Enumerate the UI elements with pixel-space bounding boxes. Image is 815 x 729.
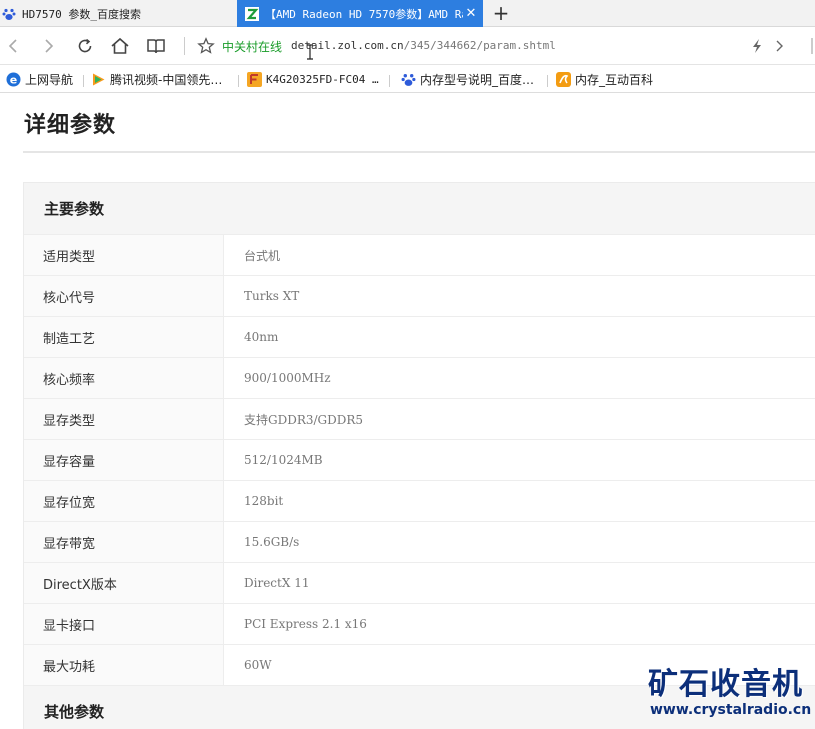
param-value: DirectX 11: [244, 576, 310, 590]
baidu-paw-icon: [401, 74, 416, 86]
bookmark-item[interactable]: e 上网导航: [6, 71, 73, 88]
text-cursor-icon: [307, 44, 313, 60]
menu-button[interactable]: [803, 35, 815, 57]
navigation-bar: 中关村在线 detail.zol.com.cn/345/344662/param…: [0, 27, 815, 65]
zol-z-icon: [245, 6, 259, 21]
zol-f-icon: [247, 72, 262, 87]
tab-close-button[interactable]: ✕: [463, 6, 479, 21]
refresh-button[interactable]: [74, 35, 96, 57]
url-path: /345/344662/param.shtml: [403, 39, 556, 52]
bookmark-label: 上网导航: [25, 73, 74, 87]
param-panel: 主要参数 适用类型 台式机 核心代号 Turks XT 制造工艺 40nm 核心…: [23, 182, 815, 729]
table-row: 核心代号 Turks XT: [24, 275, 815, 316]
param-value: 128bit: [244, 494, 284, 508]
param-value: 60W: [244, 658, 272, 672]
ie-e-icon: e: [6, 72, 21, 87]
param-value: Turks XT: [244, 289, 300, 303]
bookmark-label: 内存型号说明_百度…: [420, 73, 535, 87]
table-row: 显存带宽 15.6GB/s: [24, 521, 815, 562]
title-divider: [23, 151, 815, 153]
table-row: 制造工艺 40nm: [24, 316, 815, 357]
table-row: 显存位宽 128bit: [24, 480, 815, 521]
param-value: PCI Express 2.1 x16: [244, 617, 367, 631]
chevron-right-icon: [776, 40, 783, 52]
bookmark-item[interactable]: 内存_互动百科: [556, 71, 653, 88]
bookmark-separator: [238, 75, 239, 87]
bookmark-label: 腾讯视频-中国领先…: [110, 73, 223, 87]
watermark-cn: 矿石收音机: [648, 667, 803, 702]
bookmark-item[interactable]: 腾讯视频-中国领先…: [91, 71, 222, 88]
param-value: 512/1024MB: [244, 453, 323, 467]
favorite-button[interactable]: [195, 35, 217, 57]
tab-zol-param[interactable]: 【AMD Radeon HD 7570参数】AMD Ra ✕: [237, 0, 483, 27]
param-key: 显存位宽: [24, 481, 224, 521]
param-key: 显存类型: [24, 399, 224, 439]
param-key: DirectX版本: [24, 563, 224, 603]
watermark: 矿石收音机 www.crystalradio.cn: [648, 667, 812, 719]
address-input[interactable]: detail.zol.com.cn/345/344662/param.shtml: [291, 39, 556, 52]
hudong-icon: [556, 72, 571, 87]
chevron-right-icon: [45, 39, 54, 53]
param-value: 40nm: [244, 330, 279, 344]
param-value: 支持GDDR3/GDDR5: [244, 412, 364, 427]
section-heading-main: 主要参数: [24, 183, 815, 234]
param-key: 核心代号: [24, 276, 224, 316]
bookmark-item[interactable]: K4G20325FD-FC04 …: [247, 71, 379, 88]
param-key: 最大功耗: [24, 645, 224, 685]
tab-title: 【AMD Radeon HD 7570参数】AMD Ra: [265, 7, 463, 21]
param-key: 适用类型: [24, 235, 224, 275]
table-row: 显卡接口 PCI Express 2.1 x16: [24, 603, 815, 644]
baidu-paw-icon: [2, 7, 16, 21]
home-button[interactable]: [109, 35, 131, 57]
svg-text:e: e: [10, 74, 17, 87]
bookmark-separator: [547, 75, 548, 87]
table-row: 适用类型 台式机: [24, 234, 815, 275]
table-row: 核心频率 900/1000MHz: [24, 357, 815, 398]
reading-view-button[interactable]: [145, 35, 167, 57]
param-key: 核心频率: [24, 358, 224, 398]
star-icon: [197, 37, 215, 54]
param-value: 900/1000MHz: [244, 371, 331, 385]
site-identity: 中关村在线: [222, 40, 283, 54]
book-icon: [147, 39, 165, 54]
back-button[interactable]: [2, 35, 24, 57]
toolbar-divider: [184, 37, 185, 55]
forward-button[interactable]: [38, 35, 60, 57]
param-key: 制造工艺: [24, 317, 224, 357]
param-key: 显存容量: [24, 440, 224, 480]
bookmark-separator: [83, 75, 84, 87]
param-key: 显存带宽: [24, 522, 224, 562]
table-row: 显存容量 512/1024MB: [24, 439, 815, 480]
bookmark-separator: [389, 75, 390, 87]
more-tools-button[interactable]: [768, 35, 790, 57]
watermark-en: www.crystalradio.cn: [650, 702, 812, 718]
home-icon: [111, 37, 129, 54]
page-title: 详细参数: [24, 113, 117, 138]
refresh-icon: [78, 38, 92, 53]
tencent-video-icon: [93, 73, 105, 86]
param-value: 15.6GB/s: [244, 535, 300, 549]
bookmarks-bar: e 上网导航 腾讯视频-中国领先… K4G20325FD-FC04 … 内存型号…: [0, 65, 815, 93]
new-tab-button[interactable]: +: [490, 1, 512, 25]
param-key: 显卡接口: [24, 604, 224, 644]
tab-title: HD7570 参数_百度搜索: [22, 7, 141, 21]
tab-strip: HD7570 参数_百度搜索 【AMD Radeon HD 7570参数】AMD…: [0, 0, 815, 27]
bookmark-item[interactable]: 内存型号说明_百度…: [401, 71, 534, 88]
lightning-icon: [753, 39, 761, 53]
param-value: 台式机: [244, 248, 281, 263]
table-row: 显存类型 支持GDDR3/GDDR5: [24, 398, 815, 439]
speed-mode-button[interactable]: [746, 35, 768, 57]
tab-baidu-search[interactable]: HD7570 参数_百度搜索: [0, 0, 236, 27]
divider-icon: [811, 38, 813, 54]
chevron-left-icon: [8, 39, 17, 53]
bookmark-label: 内存_互动百科: [575, 73, 654, 87]
bookmark-label: K4G20325FD-FC04 …: [266, 73, 379, 86]
table-row: DirectX版本 DirectX 11: [24, 562, 815, 603]
